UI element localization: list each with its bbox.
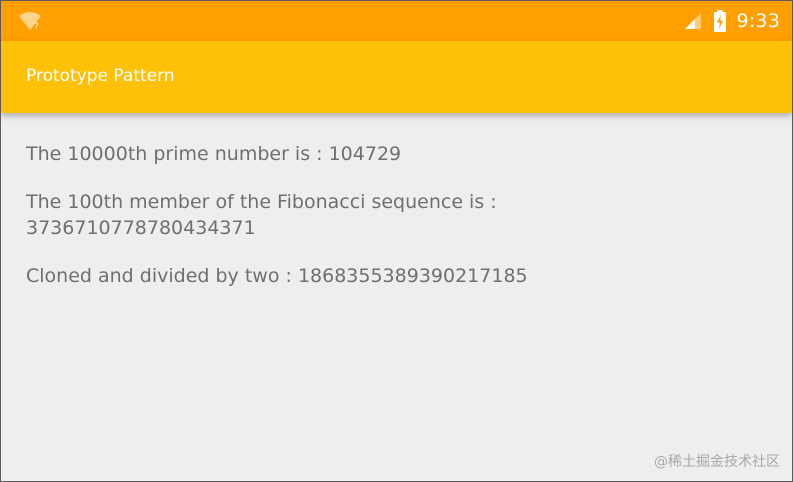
prime-result-line: The 10000th prime number is : 104729 [26, 143, 402, 165]
watermark: @稀土掘金技术社区 [654, 454, 780, 470]
result-text: The 10000th prime number is : 104729 The… [26, 141, 766, 289]
fibonacci-value-line: 3736710778780434371 [26, 217, 256, 239]
fibonacci-label-line: The 100th member of the Fibonacci sequen… [26, 191, 497, 213]
status-time: 9:33 [736, 10, 780, 32]
cellular-signal-icon [683, 11, 703, 31]
wifi-question-icon: ? [18, 11, 42, 32]
svg-text:?: ? [34, 22, 39, 31]
status-bar: ? 9:33 [1, 1, 792, 41]
app-title: Prototype Pattern [26, 66, 175, 86]
device-screen: ? 9:33 Prototype Pattern The 10000th pri… [0, 0, 793, 482]
cloned-result-line: Cloned and divided by two : 186835538939… [26, 265, 528, 287]
app-bar: Prototype Pattern [1, 41, 792, 113]
battery-charging-icon [713, 10, 727, 32]
status-indicators: 9:33 [683, 1, 780, 41]
